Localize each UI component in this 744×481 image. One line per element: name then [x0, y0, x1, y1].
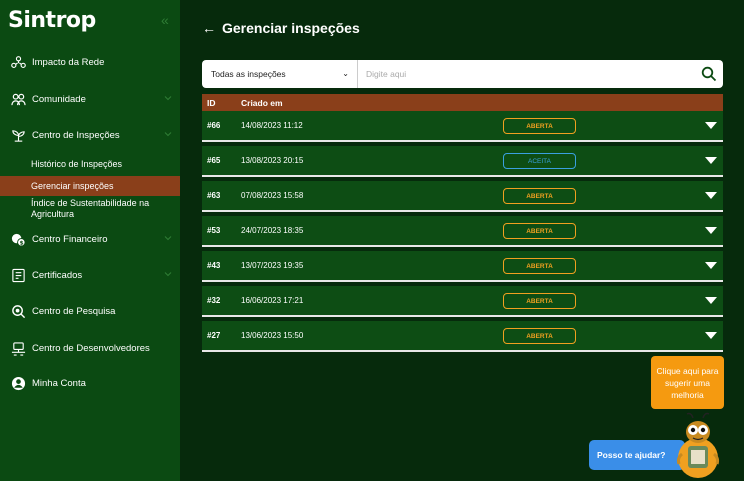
row-id: #32	[207, 296, 221, 305]
column-header-created: Criado em	[241, 97, 283, 108]
svg-text:$: $	[19, 240, 23, 246]
status-badge: ABERTA	[503, 328, 576, 344]
sidebar-item-label: Certificados	[32, 269, 83, 281]
row-created: 13/06/2023 15:50	[241, 331, 304, 340]
search-input[interactable]	[358, 60, 695, 88]
sidebar-item-label: Impacto da Rede	[32, 56, 105, 68]
certificate-icon	[10, 267, 26, 283]
mascot-icon[interactable]	[673, 412, 725, 478]
chevron-down-icon	[164, 96, 172, 101]
sidebar-item-label: Centro de Inspeções	[32, 129, 120, 141]
search-icon[interactable]	[695, 60, 723, 88]
sidebar-item-desenvolvedores[interactable]: Centro de Desenvolvedores	[0, 337, 180, 359]
row-id: #53	[207, 226, 221, 235]
help-button[interactable]: Posso te ajudar?	[589, 440, 685, 470]
row-id: #43	[207, 261, 221, 270]
expand-icon[interactable]	[705, 262, 717, 269]
sidebar-item-pesquisa[interactable]: Centro de Pesquisa	[0, 300, 180, 322]
status-badge: ACEITA	[503, 153, 576, 169]
row-created: 13/07/2023 19:35	[241, 261, 304, 270]
row-id: #63	[207, 191, 221, 200]
table-row[interactable]: #32 16/06/2023 17:21 ABERTA	[202, 286, 723, 317]
sidebar-item-comunidade[interactable]: Comunidade	[0, 88, 180, 110]
table-row[interactable]: #43 13/07/2023 19:35 ABERTA	[202, 251, 723, 282]
developers-icon	[10, 340, 26, 356]
column-header-id: ID	[207, 97, 216, 108]
sidebar-item-label: Centro de Desenvolvedores	[32, 342, 150, 354]
status-badge: ABERTA	[503, 223, 576, 239]
table-row[interactable]: #63 07/08/2023 15:58 ABERTA	[202, 181, 723, 212]
sidebar-item-label: Centro de Pesquisa	[32, 305, 116, 317]
finance-icon: $	[10, 231, 26, 247]
sidebar-item-conta[interactable]: Minha Conta	[0, 372, 180, 394]
sidebar-item-label: Minha Conta	[32, 377, 86, 389]
sidebar: Sintrop « Impacto da Rede Comunidade Cen…	[0, 0, 180, 481]
expand-icon[interactable]	[705, 227, 717, 234]
filter-select[interactable]: Todas as inspeções ⌄	[202, 60, 358, 88]
app-logo[interactable]: Sintrop	[8, 8, 96, 33]
filter-selected-value: Todas as inspeções	[211, 69, 286, 79]
sidebar-item-label: Comunidade	[32, 93, 86, 105]
row-created: 16/06/2023 17:21	[241, 296, 304, 305]
row-created: 24/07/2023 18:35	[241, 226, 304, 235]
sidebar-subitem-indice[interactable]: Índice de Sustentabilidade na Agricultur…	[0, 198, 180, 220]
sidebar-subitem-historico[interactable]: Histórico de Inspeções	[0, 159, 180, 170]
sidebar-subitem-gerenciar[interactable]: Gerenciar inspeções	[0, 176, 180, 196]
status-badge: ABERTA	[503, 293, 576, 309]
row-id: #66	[207, 121, 221, 130]
row-id: #65	[207, 156, 221, 165]
page-title-text: Gerenciar inspeções	[222, 20, 360, 36]
sidebar-item-impacto[interactable]: Impacto da Rede	[0, 51, 180, 73]
collapse-sidebar-icon[interactable]: «	[161, 12, 169, 28]
status-badge: ABERTA	[503, 258, 576, 274]
suggest-improvement-button[interactable]: Clique aqui para sugerir uma melhoria	[651, 356, 724, 409]
chevron-down-icon: ⌄	[342, 69, 349, 78]
sidebar-item-label: Centro Financeiro	[32, 233, 108, 245]
row-created: 07/08/2023 15:58	[241, 191, 304, 200]
expand-icon[interactable]	[705, 157, 717, 164]
table-row[interactable]: #53 24/07/2023 18:35 ABERTA	[202, 216, 723, 247]
table-row[interactable]: #66 14/08/2023 11:12 ABERTA	[202, 111, 723, 142]
status-badge: ABERTA	[503, 188, 576, 204]
sidebar-item-inspecoes[interactable]: Centro de Inspeções	[0, 124, 180, 146]
community-icon	[10, 91, 26, 107]
row-created: 13/08/2023 20:15	[241, 156, 304, 165]
table-row[interactable]: #27 13/06/2023 15:50 ABERTA	[202, 321, 723, 352]
sidebar-item-certificados[interactable]: Certificados	[0, 264, 180, 286]
expand-icon[interactable]	[705, 192, 717, 199]
inspection-icon	[10, 127, 26, 143]
expand-icon[interactable]	[705, 122, 717, 129]
row-id: #27	[207, 331, 221, 340]
chevron-down-icon	[164, 272, 172, 277]
table-row[interactable]: #65 13/08/2023 20:15 ACEITA	[202, 146, 723, 177]
expand-icon[interactable]	[705, 332, 717, 339]
expand-icon[interactable]	[705, 297, 717, 304]
table-header: ID Criado em	[202, 94, 723, 111]
sidebar-item-financeiro[interactable]: $ Centro Financeiro	[0, 228, 180, 250]
back-arrow-icon[interactable]: ←	[202, 20, 216, 36]
row-created: 14/08/2023 11:12	[241, 121, 303, 130]
research-icon	[10, 303, 26, 319]
chevron-down-icon	[164, 236, 172, 241]
account-icon	[10, 375, 26, 391]
chevron-down-icon	[164, 132, 172, 137]
network-icon	[10, 54, 26, 70]
page-title: ← Gerenciar inspeções	[202, 20, 360, 36]
status-badge: ABERTA	[503, 118, 576, 134]
search-bar: Todas as inspeções ⌄	[202, 60, 723, 88]
